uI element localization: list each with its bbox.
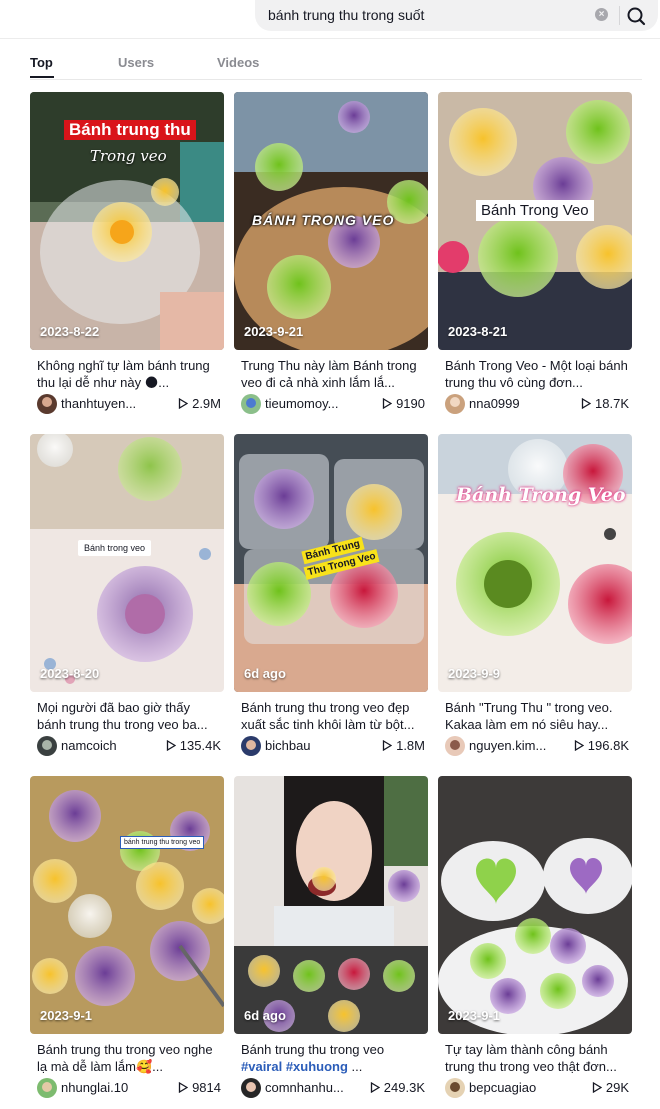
search-icon[interactable] <box>624 4 648 28</box>
video-date: 2023-8-21 <box>448 324 508 339</box>
play-icon <box>581 397 592 410</box>
video-description[interactable]: Trung Thu này làm Bánh trong veo đi cả n… <box>241 357 425 391</box>
username[interactable]: tieumomoy... <box>265 396 338 411</box>
video-overlay-title: Bánh Trong Veo <box>476 200 594 221</box>
tab-top[interactable]: Top <box>30 55 53 70</box>
top-bar: bánh trung thu trong suốt × <box>0 0 660 39</box>
avatar[interactable] <box>241 1078 261 1098</box>
play-icon <box>370 1081 381 1094</box>
video-thumbnail[interactable]: Bánh Trong Veo 2023-9-9 <box>438 434 632 692</box>
video-date: 6d ago <box>244 1008 286 1023</box>
video-date: 2023-9-21 <box>244 324 304 339</box>
video-date: 2023-8-22 <box>40 324 100 339</box>
video-thumbnail[interactable]: bánh trung thu trong veo 2023-9-1 <box>30 776 224 1034</box>
video-thumbnail[interactable]: Bánh trong veo 2023-8-20 <box>30 434 224 692</box>
video-description[interactable]: Bánh Trong Veo - Một loại bánh trung thu… <box>445 357 629 391</box>
play-icon <box>166 739 177 752</box>
play-count: 9814 <box>178 1080 221 1095</box>
play-count: 29K <box>592 1080 629 1095</box>
play-count: 135.4K <box>166 738 221 753</box>
hashtags[interactable]: #vairal #xuhuong <box>241 1059 348 1074</box>
play-icon <box>178 397 189 410</box>
video-overlay-title: BÁNH TRONG VEO <box>252 212 395 228</box>
avatar[interactable] <box>241 394 261 414</box>
search-tabs: Top Users Videos <box>30 53 642 80</box>
play-count: 18.7K <box>581 396 629 411</box>
avatar[interactable] <box>37 1078 57 1098</box>
play-count: 9190 <box>382 396 425 411</box>
play-icon <box>592 1081 603 1094</box>
username[interactable]: nna0999 <box>469 396 520 411</box>
play-count: 249.3K <box>370 1080 425 1095</box>
active-tab-indicator <box>30 76 54 78</box>
avatar[interactable] <box>241 736 261 756</box>
username[interactable]: thanhtuyen... <box>61 396 136 411</box>
video-description[interactable]: Bánh "Trung Thu " trong veo. Kakaa làm e… <box>445 699 629 733</box>
play-icon <box>382 739 393 752</box>
username[interactable]: namcoich <box>61 738 117 753</box>
video-thumbnail[interactable]: Bánh trung thu Trong veo 2023-8-22 <box>30 92 224 350</box>
video-date: 2023-9-1 <box>448 1008 501 1023</box>
tab-videos[interactable]: Videos <box>217 55 259 70</box>
video-thumbnail[interactable]: BÁNH TRONG VEO 2023-9-21 <box>234 92 428 350</box>
play-count: 2.9M <box>178 396 221 411</box>
play-count: 196.8K <box>574 738 629 753</box>
username[interactable]: comnhanhu... <box>265 1080 344 1095</box>
video-overlay-title: Bánh trong veo <box>78 540 152 556</box>
search-input[interactable]: bánh trung thu trong suốt <box>268 7 424 23</box>
avatar[interactable] <box>445 394 465 414</box>
video-overlay-title: Bánh Trong Veo <box>456 484 626 506</box>
video-overlay-title: Bánh trung thu <box>64 120 196 140</box>
video-date: 2023-9-1 <box>40 1008 93 1023</box>
play-icon <box>382 397 393 410</box>
video-meta: nna0999 18.7K <box>445 394 631 414</box>
video-date: 2023-9-9 <box>448 666 501 681</box>
video-thumbnail[interactable]: Bánh Trong Veo 2023-8-21 <box>438 92 632 350</box>
username[interactable]: bepcuagiao <box>469 1080 536 1095</box>
video-description[interactable]: Không nghĩ tự làm bánh trung thu lại dễ … <box>37 357 221 391</box>
play-icon <box>574 739 585 752</box>
video-description[interactable]: Bánh trung thu trong veo nghe lạ mà dễ l… <box>37 1041 221 1075</box>
video-overlay-title: bánh trung thu trong veo <box>120 836 205 849</box>
video-meta: namcoich 135.4K <box>37 736 223 756</box>
video-description[interactable]: Bánh trung thu trong veo #vairal #xuhuong… <box>241 1041 425 1075</box>
avatar[interactable] <box>445 1078 465 1098</box>
video-meta: tieumomoy... 9190 <box>241 394 427 414</box>
video-overlay-subtitle: Trong veo <box>90 147 167 165</box>
search-divider <box>619 6 620 25</box>
avatar[interactable] <box>37 736 57 756</box>
video-date: 6d ago <box>244 666 286 681</box>
video-meta: nguyen.kim... 196.8K <box>445 736 631 756</box>
video-meta: bichbau 1.8M <box>241 736 427 756</box>
video-meta: comnhanhu... 249.3K <box>241 1078 427 1098</box>
video-thumbnail[interactable]: 2023-9-1 <box>438 776 632 1034</box>
video-meta: bepcuagiao 29K <box>445 1078 631 1098</box>
username[interactable]: nguyen.kim... <box>469 738 546 753</box>
video-description[interactable]: Tự tay làm thành công bánh trung thu tro… <box>445 1041 629 1075</box>
avatar[interactable] <box>445 736 465 756</box>
video-description[interactable]: Mọi người đã bao giờ thấy bánh trung thu… <box>37 699 221 733</box>
avatar[interactable] <box>37 394 57 414</box>
video-thumbnail[interactable]: Bánh Trung Thu Trong Veo 6d ago <box>234 434 428 692</box>
video-description[interactable]: Bánh trung thu trong veo đẹp xuất sắc ti… <box>241 699 425 733</box>
video-date: 2023-8-20 <box>40 666 100 681</box>
search-bar[interactable]: bánh trung thu trong suốt × <box>255 0 658 31</box>
tab-users[interactable]: Users <box>118 55 154 70</box>
play-count: 1.8M <box>382 738 425 753</box>
video-thumbnail[interactable]: 6d ago <box>234 776 428 1034</box>
video-meta: thanhtuyen... 2.9M <box>37 394 223 414</box>
username[interactable]: bichbau <box>265 738 311 753</box>
username[interactable]: nhunglai.10 <box>61 1080 128 1095</box>
video-meta: nhunglai.10 9814 <box>37 1078 223 1098</box>
play-icon <box>178 1081 189 1094</box>
clear-icon[interactable]: × <box>595 8 608 21</box>
